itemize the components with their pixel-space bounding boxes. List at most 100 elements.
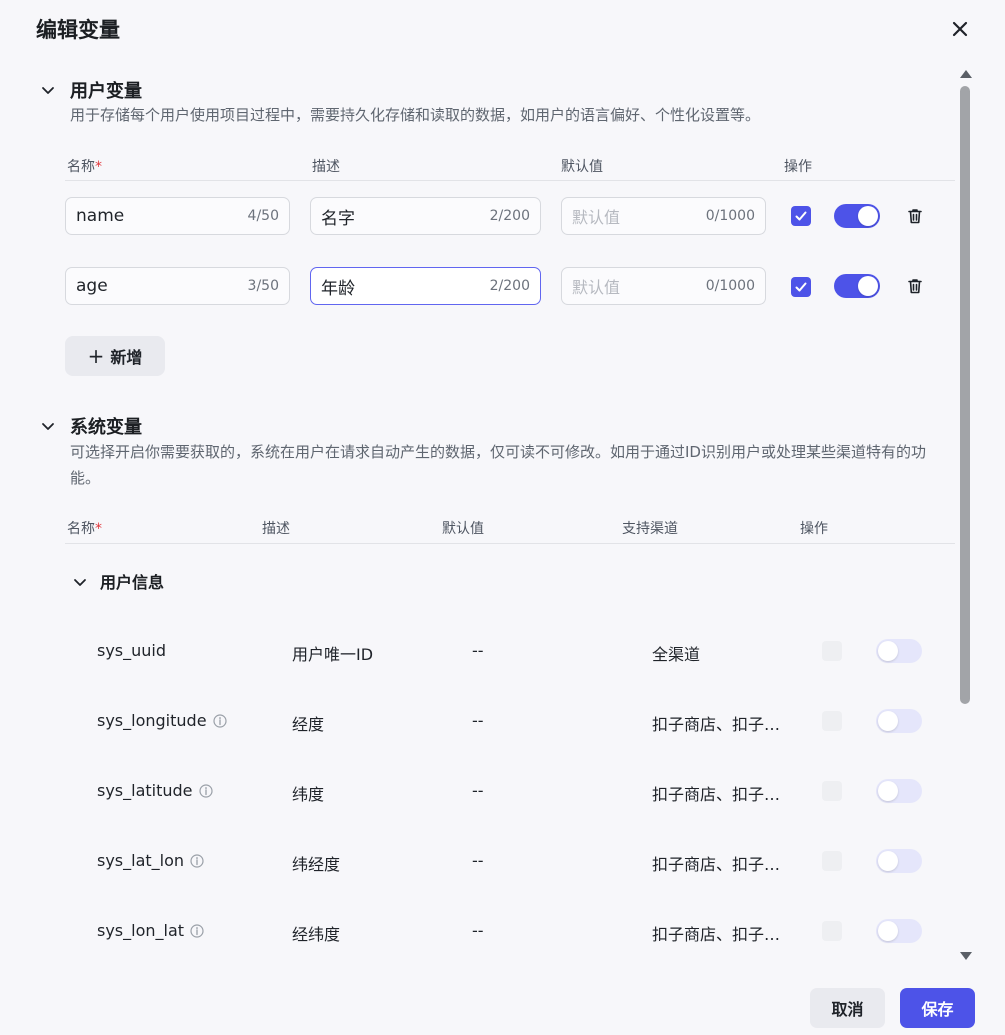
delete-button[interactable] [906, 277, 924, 295]
scrollbar-thumb[interactable] [960, 86, 970, 704]
info-icon[interactable] [190, 923, 204, 938]
sys-var-toggle[interactable] [876, 919, 922, 943]
col-default-label: 默认值 [442, 521, 484, 537]
sys-var-default: -- [472, 781, 484, 800]
user-var-checkbox[interactable] [791, 206, 811, 226]
sys-var-checkbox[interactable] [822, 851, 842, 871]
input-placeholder: 默认值 [572, 208, 621, 227]
input-value: 名字 [321, 208, 355, 229]
user-var-desc-input[interactable]: 年龄 2/200 [310, 267, 541, 305]
toggle-knob [878, 781, 898, 801]
info-icon[interactable] [212, 713, 227, 728]
col-ops-label: 操作 [784, 159, 812, 175]
sys-var-name: sys_lon_lat [97, 921, 204, 940]
sys-var-default: -- [472, 711, 484, 730]
toggle-knob [878, 641, 898, 661]
sys-var-channels: 扣子商店、扣子… [652, 925, 781, 944]
save-button[interactable]: 保存 [900, 988, 975, 1028]
trash-icon [908, 209, 922, 224]
delete-button[interactable] [906, 207, 924, 225]
user-var-checkbox[interactable] [791, 277, 811, 297]
user-var-default-input[interactable]: 默认值 0/1000 [561, 267, 766, 305]
close-icon [952, 21, 968, 37]
sys-var-desc: 用户唯一ID [292, 645, 374, 664]
col-name-label: 名称* [67, 159, 102, 175]
char-counter: 0/1000 [705, 208, 755, 224]
sys-var-channels: 全渠道 [652, 645, 701, 664]
group-title: 用户信息 [100, 573, 165, 592]
system-variables-title: 系统变量 [70, 417, 142, 438]
sys-var-default: -- [472, 851, 484, 870]
input-value: 年龄 [321, 278, 355, 299]
sys-var-desc: 经纬度 [292, 925, 341, 944]
divider [65, 180, 955, 181]
col-channels-label: 支持渠道 [622, 521, 678, 537]
user-var-desc-input[interactable]: 名字 2/200 [310, 197, 541, 235]
sys-var-default: -- [472, 641, 484, 660]
user-var-toggle[interactable] [834, 274, 880, 298]
user-var-name-input[interactable]: name 4/50 [65, 197, 290, 235]
sys-var-channels: 扣子商店、扣子… [652, 785, 781, 804]
sys-var-desc: 纬经度 [292, 855, 341, 874]
group-user-info-header[interactable]: 用户信息 [72, 569, 164, 593]
col-desc-label: 描述 [262, 521, 290, 537]
trash-icon [908, 279, 922, 294]
user-variables-title: 用户变量 [70, 81, 142, 102]
scroll-up-arrow-icon[interactable] [960, 70, 972, 78]
add-label: 新增 [110, 348, 143, 367]
system-variables-header[interactable]: 系统变量 [40, 413, 142, 439]
col-ops-label: 操作 [800, 521, 828, 537]
sys-var-checkbox[interactable] [822, 711, 842, 731]
sys-var-toggle[interactable] [876, 849, 922, 873]
sys-var-name: sys_latitude [97, 781, 213, 800]
plus-icon: + [87, 344, 105, 368]
system-variables-description: 可选择开启你需要获取的，系统在用户在请求自动产生的数据，仅可读不可修改。如用于通… [70, 443, 926, 487]
char-counter: 0/1000 [705, 278, 755, 294]
input-value: age [76, 276, 108, 296]
sys-var-checkbox[interactable] [822, 921, 842, 941]
divider [65, 543, 955, 544]
sys-var-toggle[interactable] [876, 639, 922, 663]
user-var-toggle[interactable] [834, 204, 880, 228]
close-button[interactable] [948, 17, 972, 41]
input-placeholder: 默认值 [572, 278, 621, 297]
toggle-knob [858, 206, 878, 226]
info-icon[interactable] [198, 783, 213, 798]
cancel-button[interactable]: 取消 [810, 988, 885, 1028]
sys-var-channels: 扣子商店、扣子… [652, 855, 781, 874]
sys-var-checkbox[interactable] [822, 641, 842, 661]
col-default-label: 默认值 [561, 159, 603, 175]
scrollbar[interactable] [957, 66, 973, 966]
edit-variables-dialog: 编辑变量 用户变量 用于存储每个用户使用项目过程中，需要持久化存储和读取的数据，… [0, 0, 1005, 1035]
user-var-default-input[interactable]: 默认值 0/1000 [561, 197, 766, 235]
toggle-knob [858, 276, 878, 296]
chevron-down-icon[interactable] [72, 574, 86, 588]
input-value: name [76, 206, 125, 226]
sys-var-name: sys_uuid [97, 641, 167, 660]
user-var-name-input[interactable]: age 3/50 [65, 267, 290, 305]
toggle-knob [878, 921, 898, 941]
chevron-down-icon[interactable] [40, 418, 56, 434]
add-variable-button[interactable]: + 新增 [65, 336, 165, 376]
char-counter: 2/200 [489, 278, 530, 294]
char-counter: 4/50 [247, 208, 279, 224]
sys-var-channels: 扣子商店、扣子… [652, 715, 781, 734]
dialog-title: 编辑变量 [36, 18, 120, 42]
col-name-label: 名称* [67, 521, 102, 537]
check-icon [795, 211, 807, 221]
sys-var-desc: 经度 [292, 715, 325, 734]
sys-var-checkbox[interactable] [822, 781, 842, 801]
toggle-knob [878, 851, 898, 871]
char-counter: 3/50 [247, 278, 279, 294]
sys-var-toggle[interactable] [876, 779, 922, 803]
chevron-down-icon[interactable] [40, 82, 56, 98]
user-variables-header[interactable]: 用户变量 [40, 77, 142, 103]
sys-var-toggle[interactable] [876, 709, 922, 733]
sys-var-name: sys_longitude [97, 711, 227, 730]
scroll-down-arrow-icon[interactable] [960, 952, 972, 960]
toggle-knob [878, 711, 898, 731]
check-icon [795, 282, 807, 292]
info-icon[interactable] [190, 853, 204, 868]
sys-var-default: -- [472, 921, 484, 940]
sys-var-desc: 纬度 [292, 785, 325, 804]
